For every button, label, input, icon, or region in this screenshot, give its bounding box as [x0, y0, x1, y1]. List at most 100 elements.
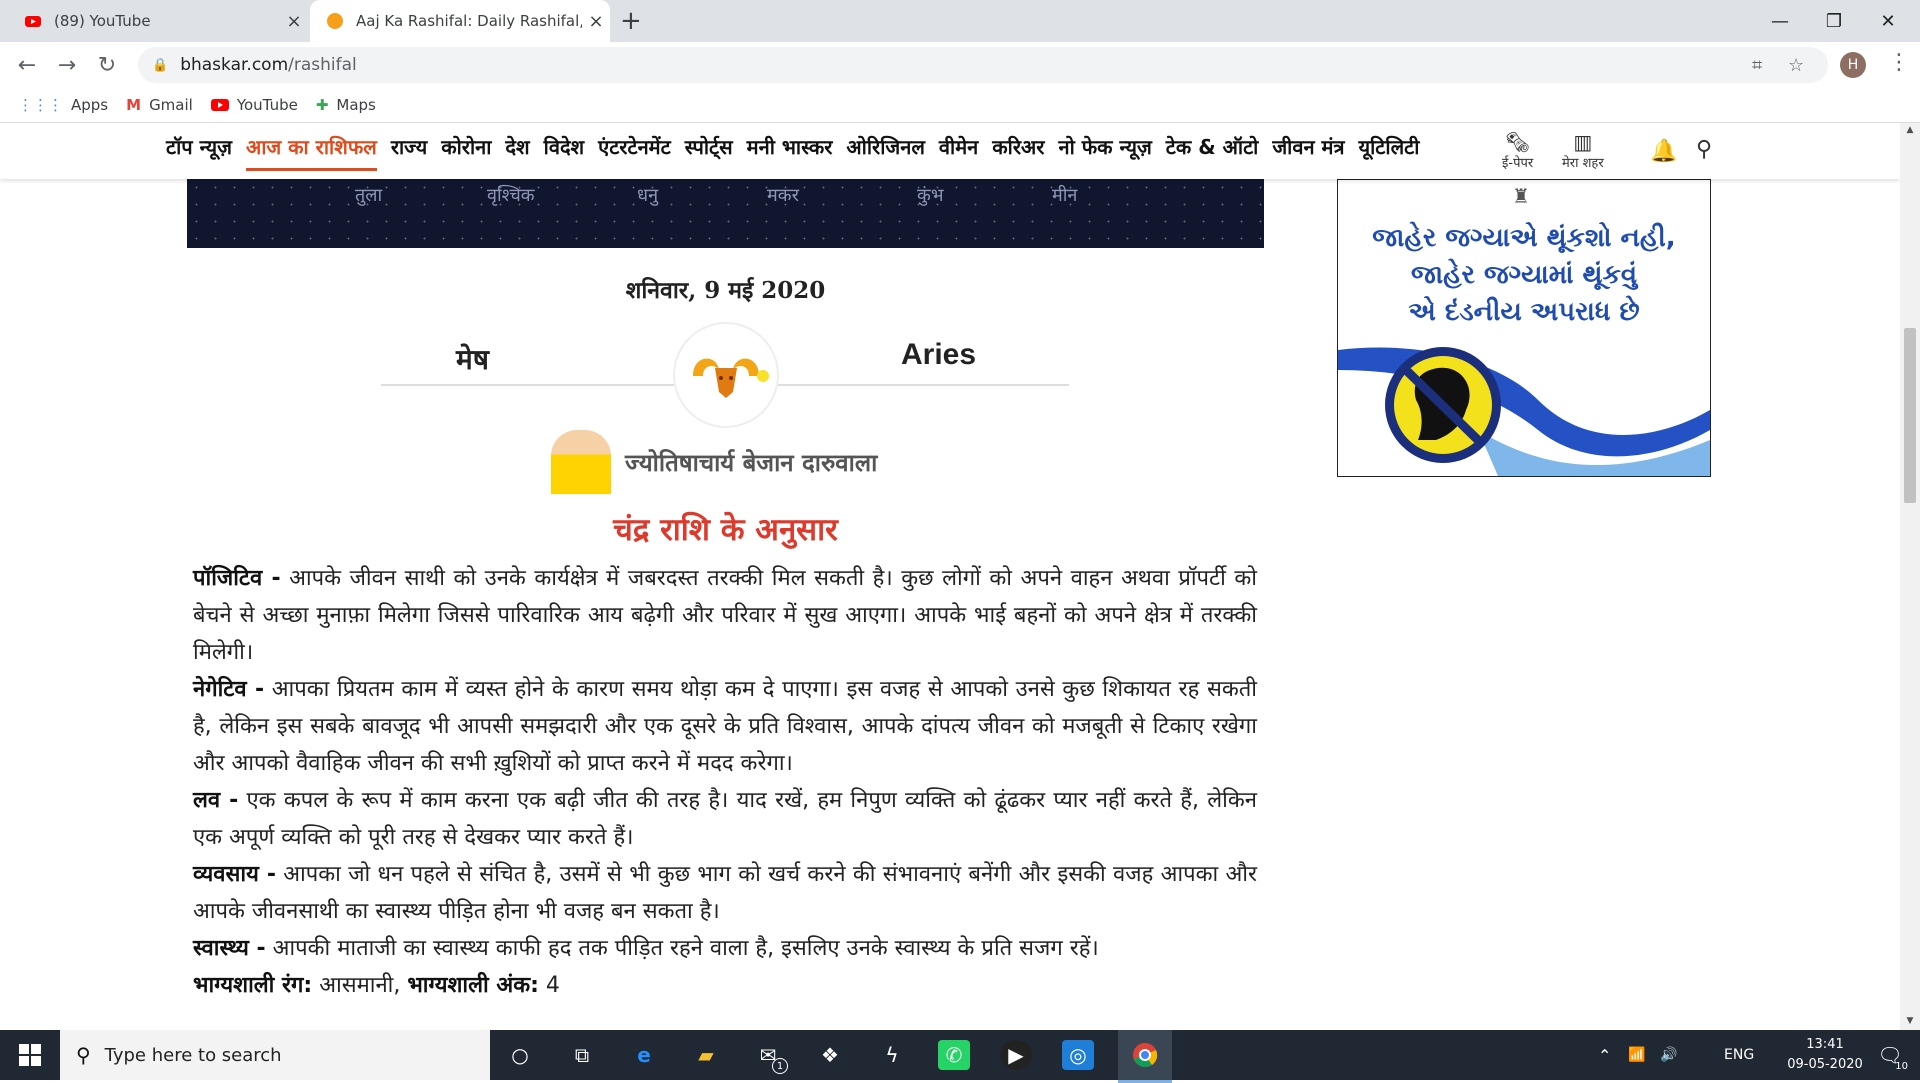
nav-item[interactable]: मनी भास्कर	[747, 133, 833, 171]
mail-icon[interactable]: ✉ 1	[752, 1040, 788, 1074]
search-icon: ⚲	[76, 1043, 91, 1067]
banner-sign-label[interactable]: कुंभ	[917, 183, 943, 207]
section-business: व्यवसाय - आपका जो धन पहले से संचित है, उ…	[193, 856, 1257, 930]
nav-item[interactable]: नो फेक न्यूज़	[1058, 133, 1151, 171]
banner-sign-label[interactable]: मीन	[1052, 183, 1077, 207]
nav-item[interactable]: विदेश	[544, 133, 585, 171]
media-player-icon[interactable]: ▶	[1000, 1040, 1032, 1070]
banner-sign-label[interactable]: तुला	[355, 183, 382, 207]
site-navigation: टॉप न्यूज़ आज का राशिफल राज्य कोरोना देश विदे…	[0, 123, 1900, 179]
horoscope-date: शनिवार, 9 मई 2020	[625, 277, 826, 304]
bell-icon[interactable]: 🔔	[1650, 139, 1677, 164]
bookmark-star-icon[interactable]: ☆	[1788, 47, 1804, 83]
windows-taskbar: ⚲ Type here to search ○ ⧉ e ▰ ✉ 1 ❖ ϟ ✆ ▶…	[0, 1030, 1920, 1083]
sign-name-hindi: मेष	[456, 343, 489, 376]
my-city-label: मेरा शहर	[1562, 156, 1604, 171]
back-icon[interactable]: ←	[12, 50, 42, 80]
youtube-icon	[25, 16, 41, 27]
section-love: लव - एक कपल के रूप में काम करना एक बढ़ी …	[193, 782, 1257, 856]
ad-line: જાહેર જગ્યામાં થૂંકવું	[1410, 260, 1638, 290]
page-scrollbar[interactable]: ▲ ▼	[1900, 123, 1920, 1030]
bookmark-gmail[interactable]: M Gmail	[126, 96, 193, 114]
tray-chevron-icon[interactable]: ⌃	[1598, 1030, 1611, 1080]
chrome-taskbar-icon[interactable]	[1118, 1030, 1172, 1083]
nav-item[interactable]: करिअर	[992, 133, 1044, 171]
profile-avatar[interactable]: H	[1840, 52, 1866, 78]
tab-close-button[interactable]: ×	[582, 11, 610, 32]
cortana-icon[interactable]: ○	[504, 1040, 536, 1070]
scroll-down-icon[interactable]: ▼	[1900, 1016, 1920, 1026]
nav-item[interactable]: जीवन मंत्र	[1272, 133, 1344, 171]
epaper-button[interactable]: 🗞 ई-पेपर	[1502, 131, 1533, 171]
section-text: आपकी माताजी का स्वास्थ्य काफी हद तक पीड़…	[265, 936, 1099, 961]
whatsapp-icon[interactable]: ✆	[938, 1040, 970, 1070]
section-negative: नेगेटिव - आपका प्रियतम काम में व्यस्त हो…	[193, 671, 1257, 782]
banner-sign-label[interactable]: मकर	[767, 183, 799, 207]
tab-title: Aaj Ka Rashifal: Daily Rashifal, To	[356, 12, 582, 30]
scroll-up-icon[interactable]: ▲	[1900, 125, 1920, 135]
edge-icon[interactable]: e	[628, 1040, 660, 1070]
tab-youtube[interactable]: (89) YouTube ×	[8, 0, 308, 42]
windows-start-icon[interactable]	[0, 1030, 60, 1080]
nav-item[interactable]: टेक & ऑटो	[1166, 133, 1259, 171]
instagram-icon[interactable]: ◎	[1062, 1040, 1094, 1070]
nav-item[interactable]: स्पोर्ट्स	[685, 133, 733, 171]
section-text: आपका प्रियतम काम में व्यस्त होने के कारण…	[193, 677, 1258, 776]
lock-icon: 🔒	[152, 57, 169, 73]
new-tab-button[interactable]: +	[620, 6, 642, 36]
ad-line: એ દંડનીય અપરાધ છે	[1408, 297, 1640, 327]
nav-item[interactable]: आज का राशिफल	[245, 133, 377, 171]
translate-icon[interactable]: ⌗	[1752, 47, 1762, 83]
search-icon[interactable]: ⚲	[1696, 137, 1712, 162]
advertisement[interactable]: ♜ જાહેર જગ્યાએ થૂંકશો નહી, જાહેર જગ્યામા…	[1337, 179, 1711, 477]
sign-name-english: Aries	[901, 338, 977, 371]
banner-sign-label[interactable]: वृश्चिक	[487, 183, 535, 207]
lucky-number-label: भाग्यशाली अंक:	[407, 973, 539, 998]
bookmark-label: Gmail	[149, 96, 193, 114]
nav-item[interactable]: राज्य	[391, 133, 427, 171]
mail-badge: 1	[772, 1058, 788, 1074]
nav-item[interactable]: एंटरटेनमेंट	[598, 133, 671, 171]
my-city-button[interactable]: ▥ मेरा शहर	[1562, 131, 1604, 171]
taskbar-search-box[interactable]: ⚲ Type here to search	[60, 1030, 490, 1080]
clock[interactable]: 13:41 09-05-2020	[1780, 1030, 1870, 1080]
dropbox-icon[interactable]: ❖	[814, 1040, 846, 1070]
url-host: bhaskar.com	[180, 55, 289, 75]
task-view-icon[interactable]: ⧉	[566, 1040, 598, 1070]
maps-icon: ✚	[315, 96, 329, 114]
bookmark-youtube[interactable]: YouTube	[210, 96, 298, 114]
tab-close-button[interactable]: ×	[280, 11, 308, 32]
nav-item[interactable]: वीमेन	[939, 133, 978, 171]
emblem-icon: ♜	[1512, 184, 1530, 208]
app-lightning-icon[interactable]: ϟ	[876, 1040, 908, 1070]
address-bar[interactable]: 🔒 bhaskar.com/rashifal ⌗ ☆	[138, 47, 1828, 83]
file-explorer-icon[interactable]: ▰	[690, 1040, 722, 1070]
bookmark-maps[interactable]: ✚ Maps	[316, 96, 376, 114]
banner-sign-label[interactable]: धनु	[637, 183, 658, 207]
section-text: आपका जो धन पहले से संचित है, उसमें से भी…	[193, 862, 1257, 924]
volume-icon[interactable]: 🔊	[1660, 1030, 1677, 1080]
tab-rashifal[interactable]: Aaj Ka Rashifal: Daily Rashifal, To ×	[310, 0, 610, 42]
ad-text: જાહેર જગ્યાએ થૂંકશો નહી, જાહેર જગ્યામાં …	[1338, 220, 1710, 331]
notification-center[interactable]: 🗨 10	[1870, 1030, 1910, 1080]
nav-item[interactable]: टॉप न्यूज़	[166, 133, 232, 171]
nav-item[interactable]: कोरोना	[441, 133, 491, 171]
reload-icon[interactable]: ↻	[92, 50, 122, 80]
url-text[interactable]: bhaskar.com/rashifal	[180, 55, 357, 75]
maximize-icon[interactable]: ❐	[1806, 0, 1862, 42]
minimize-icon[interactable]: —	[1752, 0, 1808, 42]
nav-item[interactable]: ओरिजिनल	[846, 133, 925, 171]
menu-dots-icon[interactable]: ⋮	[1888, 50, 1910, 75]
nav-item[interactable]: यूटिलिटी	[1359, 133, 1420, 171]
forward-icon[interactable]: →	[52, 50, 82, 80]
language-indicator[interactable]: ENG	[1724, 1030, 1754, 1080]
nav-item[interactable]: देश	[505, 133, 529, 171]
section-label: नेगेटिव -	[193, 677, 265, 702]
bookmarks-bar: ⋮⋮⋮ Apps M Gmail YouTube ✚ Maps	[0, 88, 1920, 123]
bookmark-apps[interactable]: ⋮⋮⋮ Apps	[18, 96, 108, 114]
network-icon[interactable]: 📶	[1628, 1030, 1645, 1080]
url-path: /rashifal	[288, 55, 357, 75]
close-window-icon[interactable]: ✕	[1860, 0, 1916, 42]
bookmark-label: YouTube	[236, 96, 298, 114]
scroll-thumb[interactable]	[1904, 328, 1916, 503]
